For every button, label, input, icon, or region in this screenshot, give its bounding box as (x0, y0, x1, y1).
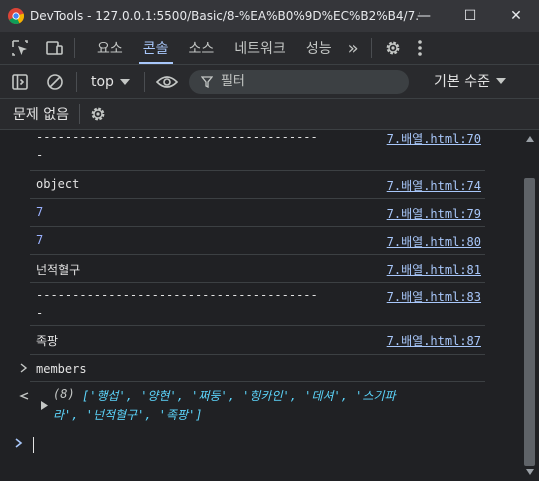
issues-bar: 문제 없음 (0, 99, 539, 130)
array-count: (8) (53, 387, 75, 401)
source-link[interactable]: 7.배열.html:70 (387, 130, 481, 147)
window-title: DevTools - 127.0.0.1:5500/Basic/8-%EA%B0… (30, 9, 420, 23)
close-icon: ✕ (510, 8, 522, 24)
gear-icon (91, 107, 105, 121)
array-preview-line1: ['행섭', '양현', '쩌둥', '힝카인', '데셔', '스기파 (82, 389, 396, 403)
message-text-cont: - (36, 148, 44, 162)
array-preview-line2: 라', '넌적혈구', '족팡'] (53, 408, 203, 422)
scroll-down-icon[interactable] (526, 469, 534, 475)
console-message: --------------------------------------- … (30, 283, 485, 326)
source-link[interactable]: 7.배열.html:81 (387, 261, 481, 278)
context-label: top (91, 73, 114, 90)
console-result: (8) ['행섭', '양현', '쩌둥', '힝카인', '데셔', '스기파… (19, 382, 485, 432)
toolbar-divider-2 (143, 71, 145, 92)
devtools-tabbar: 요소 콘솔 소스 네트워크 성능 » (0, 32, 539, 65)
console-input-echo: members (20, 355, 485, 382)
issues-divider (78, 104, 80, 124)
more-tabs-button[interactable]: » (342, 32, 365, 64)
expand-triangle-icon[interactable] (41, 401, 48, 410)
window-titlebar: DevTools - 127.0.0.1:5500/Basic/8-%EA%B0… (0, 0, 539, 32)
console-message: 7 7.배열.html:79 (30, 199, 485, 227)
log-level-selector[interactable]: 기본 수준 (434, 65, 506, 97)
source-link[interactable]: 7.배열.html:87 (387, 332, 481, 349)
more-tabs-icon: » (347, 37, 359, 59)
minimize-icon: — (417, 8, 431, 24)
issues-label[interactable]: 문제 없음 (13, 104, 69, 124)
console-toolbar: top 기본 수준 (0, 65, 539, 99)
message-text: object (36, 177, 80, 191)
device-toolbar-button[interactable] (40, 32, 68, 64)
input-echo-text: members (36, 362, 87, 376)
filter-input[interactable] (218, 73, 393, 90)
message-number: 7 (36, 205, 44, 219)
tabbar-divider (74, 38, 75, 58)
console-prompt[interactable] (15, 435, 485, 457)
chrome-logo-icon (8, 8, 24, 24)
console-message: 넌적혈구 7.배열.html:81 (30, 255, 485, 283)
tab-elements[interactable]: 요소 (87, 32, 133, 64)
console-message: --------------------------------------- … (30, 130, 485, 171)
caret-down-icon (119, 78, 130, 85)
input-chevron-icon (20, 363, 28, 373)
filter-box[interactable] (188, 69, 409, 94)
close-button[interactable]: ✕ (493, 0, 539, 32)
tab-performance[interactable]: 성능 (296, 32, 342, 64)
live-expression-button[interactable] (151, 66, 183, 98)
inspect-icon (12, 40, 28, 56)
sidebar-icon (12, 73, 28, 90)
gear-icon (386, 41, 400, 55)
text-cursor (33, 437, 34, 453)
customize-menu-button[interactable] (408, 32, 432, 64)
tab-network[interactable]: 네트워크 (224, 32, 296, 64)
message-text-cont: - (36, 306, 44, 320)
clear-icon (47, 73, 63, 90)
message-text: --------------------------------------- (36, 130, 318, 144)
inspect-element-button[interactable] (0, 32, 40, 64)
scrollbar-thumb[interactable] (524, 178, 535, 466)
maximize-button[interactable]: ☐ (447, 0, 493, 32)
clear-console-button[interactable] (40, 66, 70, 98)
console-settings-button[interactable] (86, 100, 110, 128)
maximize-icon: ☐ (463, 8, 477, 24)
source-link[interactable]: 7.배열.html:79 (387, 205, 481, 222)
source-link[interactable]: 7.배열.html:83 (387, 288, 481, 305)
device-toolbar-icon (46, 41, 63, 55)
context-selector[interactable]: top (83, 66, 138, 98)
console-message: object 7.배열.html:74 (30, 171, 485, 199)
source-link[interactable]: 7.배열.html:74 (387, 177, 481, 194)
show-sidebar-button[interactable] (0, 66, 40, 98)
settings-button[interactable] (378, 32, 408, 64)
source-link[interactable]: 7.배열.html:80 (387, 233, 481, 250)
result-arrow-icon (19, 392, 29, 400)
log-level-label: 기본 수준 (434, 74, 490, 90)
minimize-button[interactable]: — (401, 0, 447, 32)
console-output[interactable]: --------------------------------------- … (0, 130, 521, 481)
message-number: 7 (36, 233, 44, 247)
caret-down-icon (495, 78, 506, 84)
console-message: 족팡 7.배열.html:87 (30, 326, 485, 355)
toolbar-divider (76, 71, 77, 92)
prompt-chevron-icon (15, 438, 23, 448)
filter-icon (200, 75, 213, 88)
message-text: 넌적혈구 (36, 263, 81, 277)
tabbar-divider-2 (370, 38, 372, 58)
scroll-up-icon[interactable] (526, 136, 534, 142)
eye-icon (155, 75, 178, 88)
console-message: 7 7.배열.html:80 (30, 227, 485, 255)
tab-console[interactable]: 콘솔 (133, 32, 179, 64)
kebab-menu-icon (417, 40, 422, 56)
message-text: --------------------------------------- (36, 288, 318, 302)
message-text: 족팡 (36, 334, 59, 348)
tab-sources[interactable]: 소스 (179, 32, 225, 64)
